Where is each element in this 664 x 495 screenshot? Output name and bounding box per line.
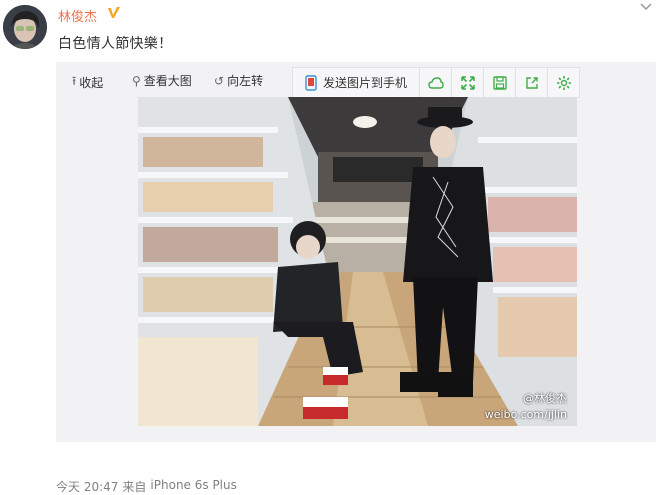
post-footer: 今天 20:47 来自 iPhone 6s Plus [56,478,237,495]
view-large-button[interactable]: ⚲ 查看大图 [132,72,192,89]
avatar[interactable] [3,5,47,49]
save-icon [492,75,507,90]
watermark-url: weibo.com/jjlin [484,408,567,421]
magnifier-icon: ⚲ [132,73,141,88]
avatar-image [3,5,47,49]
rotate-left-label: 向左转 [227,74,264,88]
send-to-phone-button[interactable]: 发送图片到手机 [293,68,420,97]
arrow-up-icon: ⭱ [72,74,77,88]
verified-v-badge-icon [108,7,120,18]
watermark-name: @林俊杰 [523,392,567,405]
post-text: 白色情人節快樂！ [58,36,173,52]
phone-icon [305,74,317,91]
supermarket-aisle-photo [138,97,577,426]
source-prefix: 来自 [122,480,147,494]
post-source[interactable]: iPhone 6s Plus [150,478,236,495]
collapse-label: 收起 [79,76,104,90]
settings-icon [556,75,571,90]
share-icon [525,76,538,89]
rotate-left-icon: ↺ [214,73,225,88]
send-to-phone-label: 发送图片到手机 [322,76,407,90]
settings-button[interactable] [548,68,579,97]
cloud-save-button[interactable] [420,68,452,97]
post-time[interactable]: 今天 20:47 [56,478,118,495]
view-large-label: 查看大图 [143,74,192,88]
post-photo[interactable]: @林俊杰 weibo.com/jjlin [138,97,577,426]
username-link[interactable]: 林俊杰 [58,6,97,25]
image-hover-toolbar: 发送图片到手机 [292,67,580,98]
share-button[interactable] [516,68,548,97]
cloud-icon [427,76,444,89]
rotate-left-button[interactable]: ↺ 向左转 [214,72,263,89]
expand-icon [460,75,475,90]
collapse-button[interactable]: ⭱ 收起 [72,72,103,93]
expand-button[interactable] [452,68,484,97]
chevron-down-icon[interactable] [639,2,653,12]
save-image-button[interactable] [484,68,516,97]
